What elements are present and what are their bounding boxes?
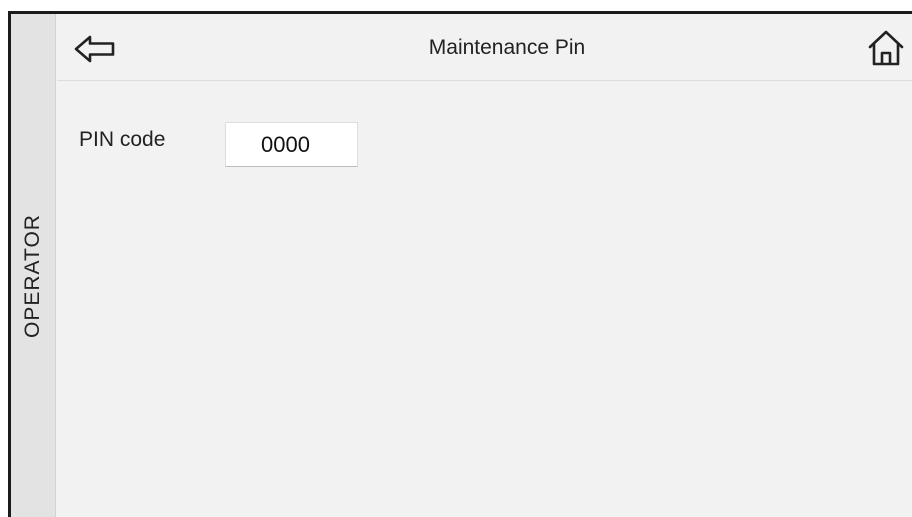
arrow-left-outline-icon (74, 35, 115, 63)
content-area: PIN code (57, 82, 912, 517)
side-tab-label: OPERATOR (21, 214, 44, 338)
pin-code-label: PIN code (79, 128, 166, 151)
pin-code-input[interactable] (225, 122, 358, 167)
back-button[interactable] (73, 32, 119, 66)
maintenance-pin-screen: OPERATOR Maintenance Pin PIN code (8, 11, 912, 517)
operator-side-tab[interactable]: OPERATOR (11, 14, 56, 517)
header-bar: Maintenance Pin (57, 14, 912, 81)
home-button[interactable] (866, 28, 906, 68)
page-title: Maintenance Pin (428, 36, 586, 59)
home-outline-icon (868, 30, 904, 66)
